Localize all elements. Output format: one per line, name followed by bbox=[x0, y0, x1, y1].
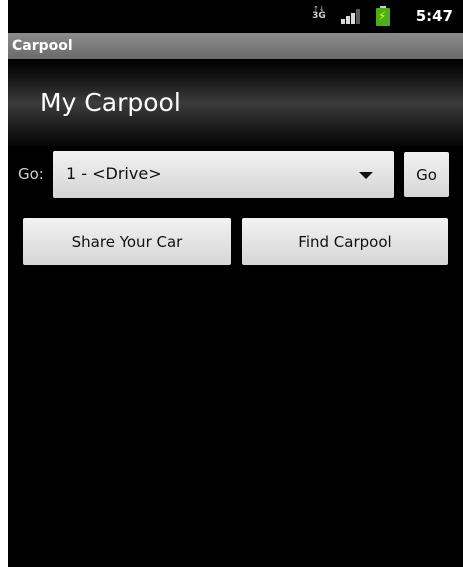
page-title: My Carpool bbox=[40, 88, 181, 117]
app-title-bar: Carpool bbox=[8, 33, 463, 59]
network-type-label: 3G bbox=[312, 11, 326, 21]
status-clock: 5:47 bbox=[415, 7, 453, 25]
network-3g-icon: ↑↓ 3G bbox=[312, 6, 326, 26]
go-button[interactable]: Go bbox=[404, 152, 449, 197]
signal-bar bbox=[341, 19, 345, 24]
page-header: My Carpool bbox=[8, 60, 463, 146]
app-screen: ↑↓ 3G ⚡ 5:47 Carpool My Carpool Go: 1 - … bbox=[8, 0, 463, 567]
signal-bar bbox=[346, 16, 350, 24]
trip-spinner[interactable]: 1 - <Drive> bbox=[53, 151, 394, 198]
signal-strength-icon bbox=[341, 9, 361, 24]
chevron-down-icon bbox=[359, 172, 373, 179]
spinner-selected-value: 1 - <Drive> bbox=[66, 164, 162, 183]
status-bar: ↑↓ 3G ⚡ 5:47 bbox=[8, 0, 463, 32]
find-carpool-button[interactable]: Find Carpool bbox=[242, 218, 448, 265]
app-title: Carpool bbox=[12, 38, 73, 54]
signal-bar bbox=[356, 9, 360, 24]
go-label: Go: bbox=[18, 165, 44, 183]
share-your-car-button[interactable]: Share Your Car bbox=[23, 218, 231, 265]
signal-bar bbox=[351, 13, 355, 24]
lightning-bolt-icon: ⚡ bbox=[378, 9, 387, 23]
battery-charging-icon: ⚡ bbox=[376, 6, 390, 26]
